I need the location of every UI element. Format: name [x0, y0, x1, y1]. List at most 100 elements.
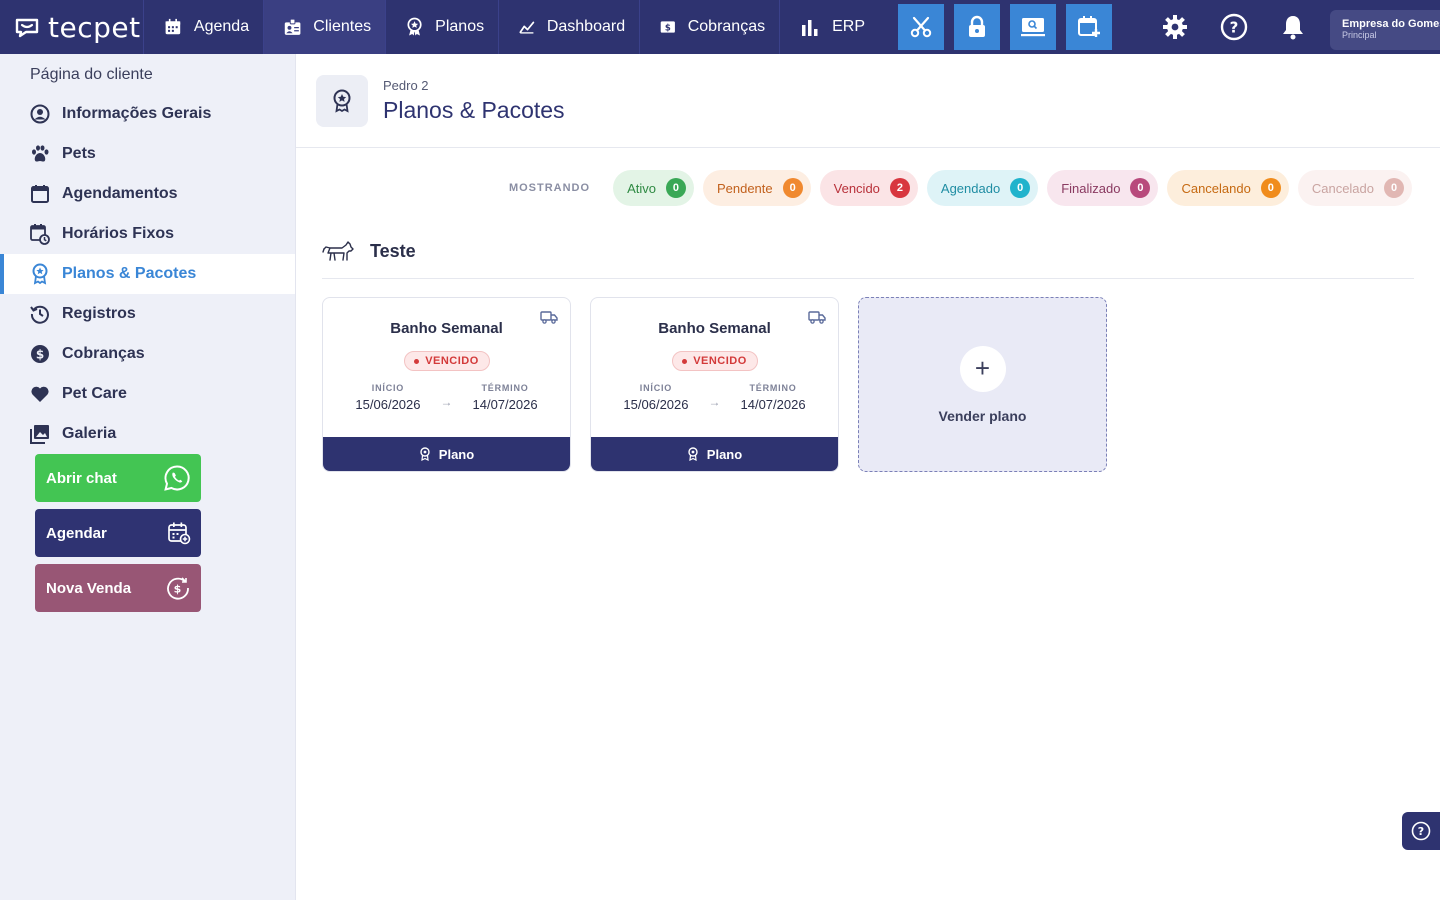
open-chat-button[interactable]: Abrir chat [35, 454, 201, 502]
filters-label: MOSTRANDO [508, 182, 591, 194]
filter-label: Cancelando [1181, 180, 1251, 196]
gear-icon [1162, 15, 1187, 39]
company-selector[interactable]: Empresa do Gomes Principal [1330, 10, 1440, 50]
filter-label: Finalizado [1061, 180, 1121, 196]
page-header: Pedro 2 Planos & Pacotes [296, 54, 1440, 148]
search-screen-button[interactable] [1010, 4, 1056, 50]
sidebar-item-label: Cobranças [62, 345, 145, 362]
award-icon [32, 263, 48, 285]
company-subtitle: Principal [1342, 30, 1377, 40]
filter-finalizado[interactable]: Finalizado 0 [1047, 170, 1159, 206]
calendar-add-icon [168, 522, 191, 545]
filter-count: 0 [1010, 178, 1031, 198]
plan-dates: INÍCIO 15/06/2026 → TÉRMINO 14/07/2026 [591, 383, 838, 412]
plan-footer-button[interactable]: Plano [323, 437, 570, 471]
calendar-clock-icon [30, 224, 50, 245]
truck-icon [808, 311, 826, 324]
gallery-icon [30, 425, 49, 444]
sidebar-item-cobrancas[interactable]: $ Cobranças [0, 334, 295, 374]
nav-erp-label: ERP [832, 18, 865, 35]
filter-cancelado[interactable]: Cancelado 0 [1297, 170, 1412, 206]
plan-title: Banho Semanal [658, 320, 771, 337]
schedule-button[interactable]: Agendar [35, 509, 201, 557]
filter-count: 0 [1130, 178, 1151, 198]
client-name: Pedro 2 [383, 77, 429, 93]
start-label: INÍCIO [639, 383, 673, 393]
dollar-icon: $ [660, 21, 676, 34]
plan-footer-label: Plano [706, 446, 743, 462]
arrow-right-icon: → [440, 394, 453, 409]
nav-planos[interactable]: Planos [386, 0, 500, 54]
question-circle-icon: ? [1220, 13, 1247, 41]
plan-card[interactable]: Banho Semanal VENCIDO INÍCIO 15/06/2026 →… [322, 297, 571, 472]
start-date: 15/06/2026 [623, 397, 689, 412]
end-date: 14/07/2026 [472, 397, 538, 412]
plan-footer-button[interactable]: Plano [591, 437, 838, 471]
award-icon [688, 447, 698, 461]
filter-agendado[interactable]: Agendado 0 [926, 170, 1039, 206]
brand-logo[interactable]: tecpet [0, 0, 145, 54]
add-event-button[interactable] [1066, 4, 1112, 50]
pet-name: Teste [370, 240, 416, 261]
calendar-icon [165, 18, 181, 35]
sidebar-item-label: Galeria [62, 425, 117, 442]
nav-clientes[interactable]: Clientes [264, 0, 387, 54]
scissors-button[interactable] [898, 4, 944, 50]
sidebar-item-planos-pacotes[interactable]: Planos & Pacotes [0, 254, 295, 294]
help-button[interactable]: ? [1204, 0, 1263, 54]
filter-label: Cancelado [1311, 180, 1374, 196]
plan-cards: Banho Semanal VENCIDO INÍCIO 15/06/2026 →… [322, 297, 1107, 472]
question-circle-icon: ? [1411, 821, 1431, 841]
lock-button[interactable] [954, 4, 1000, 50]
calendar-plus-icon [1078, 16, 1100, 37]
lock-icon [969, 15, 985, 37]
svg-text:?: ? [1418, 825, 1424, 838]
new-sale-button[interactable]: Nova Venda $ [35, 564, 201, 612]
filter-cancelando[interactable]: Cancelando 0 [1167, 170, 1289, 206]
end-label: TÉRMINO [749, 383, 797, 393]
nav-cobrancas[interactable]: $ Cobranças [640, 0, 781, 54]
sidebar-item-horarios-fixos[interactable]: Horários Fixos [0, 214, 295, 254]
top-navbar: tecpet Agenda Clientes Planos Dashboard … [0, 0, 1440, 54]
dollar-circle-icon: $ [31, 345, 49, 363]
plus-icon: + [959, 345, 1006, 392]
status-badge: VENCIDO [403, 351, 490, 371]
status-text: VENCIDO [693, 355, 747, 367]
filter-count: 0 [1384, 178, 1404, 198]
nav-dashboard-label: Dashboard [546, 18, 626, 35]
end-label: TÉRMINO [481, 383, 529, 393]
svg-text:$: $ [174, 583, 182, 596]
main-content: Pedro 2 Planos & Pacotes MOSTRANDO Ativo… [296, 54, 1440, 900]
status-badge: VENCIDO [671, 351, 758, 371]
nav-dashboard[interactable]: Dashboard [499, 0, 641, 54]
open-chat-label: Abrir chat [46, 469, 117, 487]
chart-line-icon [519, 21, 535, 34]
sidebar-item-pets[interactable]: Pets [0, 134, 295, 174]
schedule-label: Agendar [46, 524, 107, 542]
sidebar-item-galeria[interactable]: Galeria [0, 414, 295, 454]
sell-plan-card[interactable]: + Vender plano [858, 297, 1107, 472]
nav-cobrancas-label: Cobranças [687, 18, 766, 35]
sidebar-item-informacoes-gerais[interactable]: Informações Gerais [0, 94, 295, 134]
sidebar-item-registros[interactable]: Registros [0, 294, 295, 334]
sidebar-item-pet-care[interactable]: Pet Care [0, 374, 295, 414]
nav-clientes-label: Clientes [313, 18, 372, 35]
settings-button[interactable] [1145, 0, 1204, 54]
filter-pendente[interactable]: Pendente 0 [702, 170, 811, 206]
nav-erp[interactable]: ERP [780, 0, 879, 54]
plan-footer-label: Plano [438, 446, 475, 462]
bell-icon [1282, 16, 1303, 40]
filter-vencido[interactable]: Vencido 2 [819, 170, 918, 206]
filter-ativo[interactable]: Ativo 0 [613, 170, 694, 206]
nav-agenda[interactable]: Agenda [144, 0, 265, 54]
page-title: Planos & Pacotes [383, 96, 565, 123]
quick-tools [879, 0, 1117, 54]
money-refresh-icon: $ [167, 577, 189, 600]
end-date: 14/07/2026 [740, 397, 806, 412]
plan-card[interactable]: Banho Semanal VENCIDO INÍCIO 15/06/2026 →… [590, 297, 839, 472]
calendar-icon [31, 185, 49, 203]
nav-agenda-label: Agenda [193, 18, 250, 35]
notifications-button[interactable] [1263, 0, 1322, 54]
floating-help-button[interactable]: ? [1402, 812, 1440, 850]
sidebar-item-agendamentos[interactable]: Agendamentos [0, 174, 295, 214]
